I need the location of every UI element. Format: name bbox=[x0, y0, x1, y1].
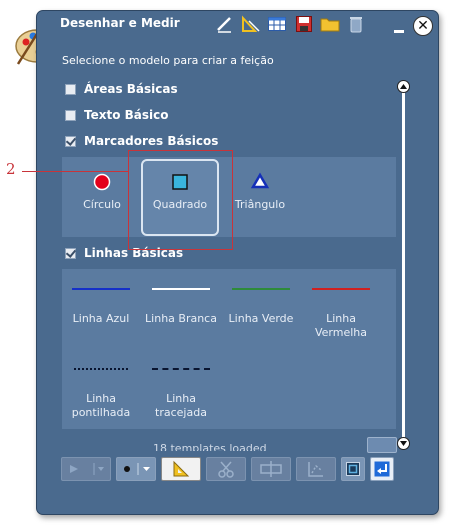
dashed-line-swatch bbox=[152, 368, 210, 370]
scrollbar-track[interactable] bbox=[402, 90, 405, 440]
pointer-tool-dropdown[interactable] bbox=[61, 457, 111, 481]
minimize-button[interactable] bbox=[394, 30, 404, 33]
red-line-swatch bbox=[312, 288, 370, 290]
group-checkbox[interactable] bbox=[65, 135, 76, 147]
measure-icon[interactable] bbox=[241, 15, 261, 33]
clear-selection-tool[interactable] bbox=[341, 457, 365, 481]
save-icon[interactable] bbox=[294, 15, 314, 33]
window-title: Desenhar e Medir bbox=[60, 16, 180, 30]
scissors-icon bbox=[218, 461, 234, 478]
undo-arrow-icon bbox=[374, 461, 390, 477]
template-label: Triângulo bbox=[234, 198, 286, 211]
green-line-swatch bbox=[232, 288, 290, 290]
template-line-dashed[interactable]: Linha tracejada bbox=[144, 368, 218, 420]
callout-number: 2 bbox=[6, 160, 16, 178]
reshape-icon bbox=[308, 462, 323, 477]
undo-tool[interactable] bbox=[370, 457, 394, 481]
chevron-up-icon bbox=[400, 84, 407, 89]
template-label-line2: Vermelha bbox=[314, 326, 368, 339]
template-label-line2: tracejada bbox=[155, 406, 207, 419]
group-label: Texto Básico bbox=[84, 108, 169, 122]
folder-icon[interactable] bbox=[320, 15, 340, 33]
table-icon[interactable] bbox=[267, 15, 287, 33]
circle-marker-icon bbox=[93, 173, 111, 191]
triangle-ruler-icon bbox=[173, 460, 190, 477]
triangle-marker-icon bbox=[250, 172, 270, 189]
template-label: Linha bbox=[166, 392, 196, 405]
white-line-swatch bbox=[152, 288, 210, 290]
template-label: Linha bbox=[326, 312, 356, 325]
scroll-down-button[interactable] bbox=[397, 437, 410, 450]
play-pointer-icon bbox=[70, 463, 104, 475]
select-area-icon bbox=[346, 462, 360, 476]
cut-tool[interactable] bbox=[206, 457, 246, 481]
dotted-line-swatch bbox=[74, 368, 128, 370]
group-checkbox[interactable] bbox=[65, 83, 76, 95]
group-markers[interactable]: Marcadores Básicos bbox=[65, 134, 218, 148]
group-label: Marcadores Básicos bbox=[84, 134, 219, 148]
group-label: Áreas Básicas bbox=[84, 82, 178, 96]
template-triangle[interactable]: Triângulo bbox=[222, 172, 298, 212]
group-checkbox[interactable] bbox=[65, 109, 76, 121]
scroll-up-button[interactable] bbox=[397, 80, 410, 93]
template-label: Linha Verde bbox=[228, 312, 294, 325]
templates-status: 18 templates loaded bbox=[153, 442, 267, 451]
trash-icon[interactable] bbox=[346, 15, 366, 33]
split-icon bbox=[260, 461, 282, 477]
template-label: Linha Branca bbox=[145, 312, 217, 325]
split-tool[interactable] bbox=[251, 457, 291, 481]
group-checkbox[interactable] bbox=[65, 247, 76, 259]
template-label: Linha Azul bbox=[72, 312, 130, 325]
template-options-button[interactable] bbox=[367, 437, 397, 453]
measure-area-tool[interactable] bbox=[161, 457, 201, 481]
template-line-dotted[interactable]: Linha pontilhada bbox=[64, 368, 138, 420]
template-line-white[interactable]: Linha Branca bbox=[144, 288, 218, 326]
template-line-green[interactable]: Linha Verde bbox=[224, 288, 298, 326]
template-label-line2: pontilhada bbox=[71, 406, 131, 419]
pencil-icon[interactable] bbox=[214, 15, 234, 33]
blue-line-swatch bbox=[72, 288, 130, 290]
marker-tool-dropdown[interactable] bbox=[116, 457, 156, 481]
template-line-red[interactable]: Linha Vermelha bbox=[304, 288, 378, 340]
template-label: Linha bbox=[86, 392, 116, 405]
group-text[interactable]: Texto Básico bbox=[65, 108, 169, 122]
close-button[interactable]: ✕ bbox=[413, 16, 433, 36]
callout-highlight-box bbox=[128, 150, 233, 250]
group-areas[interactable]: Áreas Básicas bbox=[65, 82, 178, 96]
chevron-down-icon bbox=[400, 441, 407, 446]
instruction-text: Selecione o modelo para criar a feição bbox=[62, 54, 274, 67]
template-line-blue[interactable]: Linha Azul bbox=[64, 288, 138, 326]
point-marker-icon bbox=[124, 463, 150, 475]
callout-leader-line bbox=[22, 171, 128, 172]
reshape-tool[interactable] bbox=[296, 457, 336, 481]
